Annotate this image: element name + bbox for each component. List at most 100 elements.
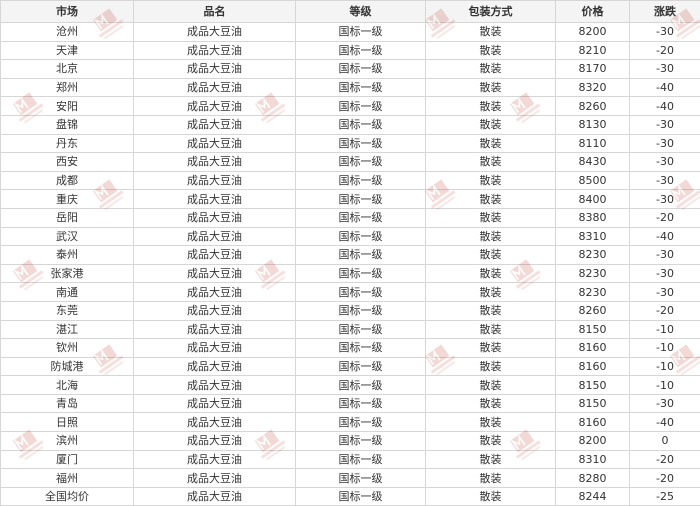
cell-product: 成品大豆油 (134, 153, 296, 172)
table-row: 日照成品大豆油国标一级散装8160-40 (1, 413, 700, 432)
table-row: 滨州成品大豆油国标一级散装82000 (1, 432, 700, 451)
table-row: 北京成品大豆油国标一级散装8170-30 (1, 60, 700, 79)
cell-change: -30 (630, 153, 700, 172)
cell-packaging: 散装 (426, 41, 556, 60)
cell-change: -20 (630, 208, 700, 227)
cell-price: 8320 (556, 78, 630, 97)
price-table: 市场 品名 等级 包装方式 价格 涨跌 沧州成品大豆油国标一级散装8200-30… (0, 0, 700, 506)
cell-grade: 国标一级 (296, 208, 426, 227)
cell-packaging: 散装 (426, 320, 556, 339)
cell-price: 8260 (556, 301, 630, 320)
cell-product: 成品大豆油 (134, 134, 296, 153)
cell-change: -30 (630, 246, 700, 265)
cell-grade: 国标一级 (296, 246, 426, 265)
cell-packaging: 散装 (426, 171, 556, 190)
cell-grade: 国标一级 (296, 413, 426, 432)
table-row: 安阳成品大豆油国标一级散装8260-40 (1, 97, 700, 116)
cell-product: 成品大豆油 (134, 78, 296, 97)
table-row: 福州成品大豆油国标一级散装8280-20 (1, 469, 700, 488)
cell-change: -40 (630, 78, 700, 97)
table-row: 厦门成品大豆油国标一级散装8310-20 (1, 450, 700, 469)
cell-change: -30 (630, 283, 700, 302)
header-packaging: 包装方式 (426, 1, 556, 23)
cell-grade: 国标一级 (296, 78, 426, 97)
cell-change: -30 (630, 115, 700, 134)
table-row: 盘锦成品大豆油国标一级散装8130-30 (1, 115, 700, 134)
table-row: 重庆成品大豆油国标一级散装8400-30 (1, 190, 700, 209)
cell-packaging: 散装 (426, 227, 556, 246)
cell-grade: 国标一级 (296, 115, 426, 134)
cell-market: 岳阳 (1, 208, 134, 227)
cell-grade: 国标一级 (296, 23, 426, 42)
cell-product: 成品大豆油 (134, 450, 296, 469)
cell-market: 武汉 (1, 227, 134, 246)
cell-packaging: 散装 (426, 60, 556, 79)
cell-price: 8200 (556, 23, 630, 42)
cell-market: 重庆 (1, 190, 134, 209)
cell-grade: 国标一级 (296, 190, 426, 209)
cell-product: 成品大豆油 (134, 413, 296, 432)
cell-packaging: 散装 (426, 339, 556, 358)
cell-change: -25 (630, 487, 700, 506)
cell-market: 沧州 (1, 23, 134, 42)
table-row: 湛江成品大豆油国标一级散装8150-10 (1, 320, 700, 339)
table-row: 北海成品大豆油国标一级散装8150-10 (1, 376, 700, 395)
cell-packaging: 散装 (426, 413, 556, 432)
header-market: 市场 (1, 1, 134, 23)
cell-grade: 国标一级 (296, 394, 426, 413)
cell-market: 盘锦 (1, 115, 134, 134)
cell-price: 8170 (556, 60, 630, 79)
cell-packaging: 散装 (426, 357, 556, 376)
cell-grade: 国标一级 (296, 60, 426, 79)
table-row: 钦州成品大豆油国标一级散装8160-10 (1, 339, 700, 358)
cell-market: 成都 (1, 171, 134, 190)
cell-packaging: 散装 (426, 376, 556, 395)
cell-price: 8160 (556, 413, 630, 432)
cell-change: -10 (630, 357, 700, 376)
cell-product: 成品大豆油 (134, 283, 296, 302)
table-row: 沧州成品大豆油国标一级散装8200-30 (1, 23, 700, 42)
cell-price: 8230 (556, 283, 630, 302)
cell-change: -30 (630, 171, 700, 190)
cell-product: 成品大豆油 (134, 190, 296, 209)
cell-market: 福州 (1, 469, 134, 488)
cell-grade: 国标一级 (296, 153, 426, 172)
cell-market: 安阳 (1, 97, 134, 116)
cell-product: 成品大豆油 (134, 23, 296, 42)
cell-market: 南通 (1, 283, 134, 302)
cell-price: 8160 (556, 339, 630, 358)
table-row: 郑州成品大豆油国标一级散装8320-40 (1, 78, 700, 97)
cell-grade: 国标一级 (296, 450, 426, 469)
cell-market: 钦州 (1, 339, 134, 358)
cell-grade: 国标一级 (296, 432, 426, 451)
cell-grade: 国标一级 (296, 227, 426, 246)
cell-price: 8130 (556, 115, 630, 134)
cell-product: 成品大豆油 (134, 357, 296, 376)
cell-product: 成品大豆油 (134, 487, 296, 506)
cell-market: 青岛 (1, 394, 134, 413)
cell-price: 8200 (556, 432, 630, 451)
cell-change: -40 (630, 97, 700, 116)
cell-market: 湛江 (1, 320, 134, 339)
cell-packaging: 散装 (426, 78, 556, 97)
cell-price: 8230 (556, 264, 630, 283)
cell-price: 8400 (556, 190, 630, 209)
cell-price: 8150 (556, 376, 630, 395)
table-row: 全国均价成品大豆油国标一级散装8244-25 (1, 487, 700, 506)
table-row: 天津成品大豆油国标一级散装8210-20 (1, 41, 700, 60)
cell-grade: 国标一级 (296, 320, 426, 339)
cell-grade: 国标一级 (296, 301, 426, 320)
cell-product: 成品大豆油 (134, 60, 296, 79)
cell-price: 8150 (556, 320, 630, 339)
cell-grade: 国标一级 (296, 134, 426, 153)
table-row: 岳阳成品大豆油国标一级散装8380-20 (1, 208, 700, 227)
cell-change: -30 (630, 394, 700, 413)
cell-product: 成品大豆油 (134, 376, 296, 395)
cell-grade: 国标一级 (296, 357, 426, 376)
table-header: 市场 品名 等级 包装方式 价格 涨跌 (1, 1, 700, 23)
cell-grade: 国标一级 (296, 339, 426, 358)
cell-grade: 国标一级 (296, 487, 426, 506)
cell-packaging: 散装 (426, 115, 556, 134)
cell-product: 成品大豆油 (134, 301, 296, 320)
cell-price: 8210 (556, 41, 630, 60)
